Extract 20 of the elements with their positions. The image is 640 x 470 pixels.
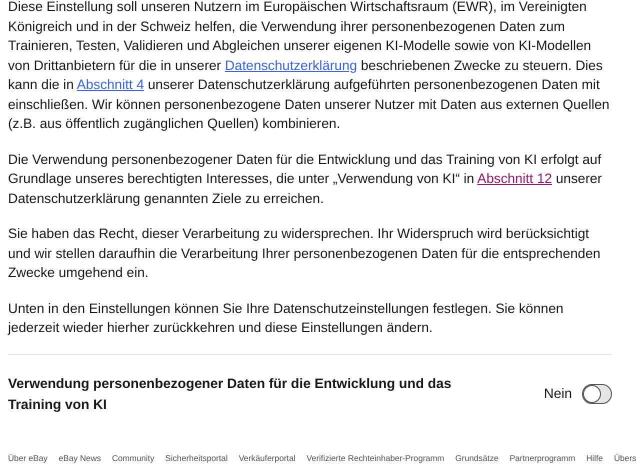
footer-link[interactable]: Verifizierte Rechteinhaber-Programm: [306, 452, 444, 462]
text-link[interactable]: Abschnitt 12: [477, 171, 552, 186]
paragraph: Die Verwendung personenbezogener Daten für die Entwicklung und das Training von KI erfolgt auf Grundlage unseres berechtigten Interesses, die unter „Verwendung von KI“ in Abschnitt 12 unserer Datenschutzerklärung genannten Ziele zu erreichen.: [8, 150, 603, 208]
footer-link[interactable]: Hilfe: [586, 452, 603, 462]
setting-title: Verwendung personenbezogener Daten für die Entwicklung und das Training von KI: [8, 374, 452, 414]
footer-link[interactable]: Verkäuferportal: [238, 452, 296, 462]
text-link[interactable]: Abschnitt 4: [76, 77, 144, 92]
toggle-switch[interactable]: [582, 384, 612, 404]
footer-link[interactable]: Partnerprogramm: [510, 452, 576, 462]
paragraph: Diese Einstellung soll unseren Nutzern im Europäischen Wirtschaftsraum (EWR), im Vereinigten Königreich und in der Schweiz helfen, die Verwendung ihrer personenbezogenen Daten zum Trainieren, Testen, Validieren und Abgleichen unserer eigenen KI-Modelle sowie von KI-Modellen von Drittanbietern für die in unserer Datenschutzerklärung beschriebenen Zwecke zu steuern. Dies kann die in Abschnitt 4 unserer Datenschutzerklärung aufgeführten personenbezogenen Daten mit einschließen. Wir können personenbezogene Daten unserer Nutzer mit Daten aus externen Quellen (z.B. aus öffentlich zugänglichen Quellen) kombinieren.: [8, 0, 610, 133]
footer-link[interactable]: Grundsätze: [455, 452, 499, 462]
footer-link[interactable]: Community: [112, 452, 154, 462]
toggle-state-label: Nein: [544, 386, 572, 401]
paragraph: Sie haben das Recht, dieser Verarbeitung zu widersprechen. Ihr Widerspruch wird berücksichtigt und wir stellen daraufhin die Verarbeitung Ihrer personenbezogenen Daten für die entsprechenden Zwecke umgehend ein.: [8, 225, 602, 282]
text-link[interactable]: Datenschutzerklärung: [224, 58, 358, 72]
footer-link[interactable]: Übers: [614, 452, 636, 462]
footer-link[interactable]: Über eBay: [8, 452, 48, 462]
footer-link[interactable]: eBay News: [58, 452, 101, 462]
footer-link[interactable]: Sicherheitsportal: [165, 452, 228, 462]
paragraph: Unten in den Einstellungen können Sie Ihre Datenschutzeinstellungen festlegen. Sie können jederzeit wieder hierher zurückkehren und diese Einstellungen ändern.: [8, 300, 564, 337]
